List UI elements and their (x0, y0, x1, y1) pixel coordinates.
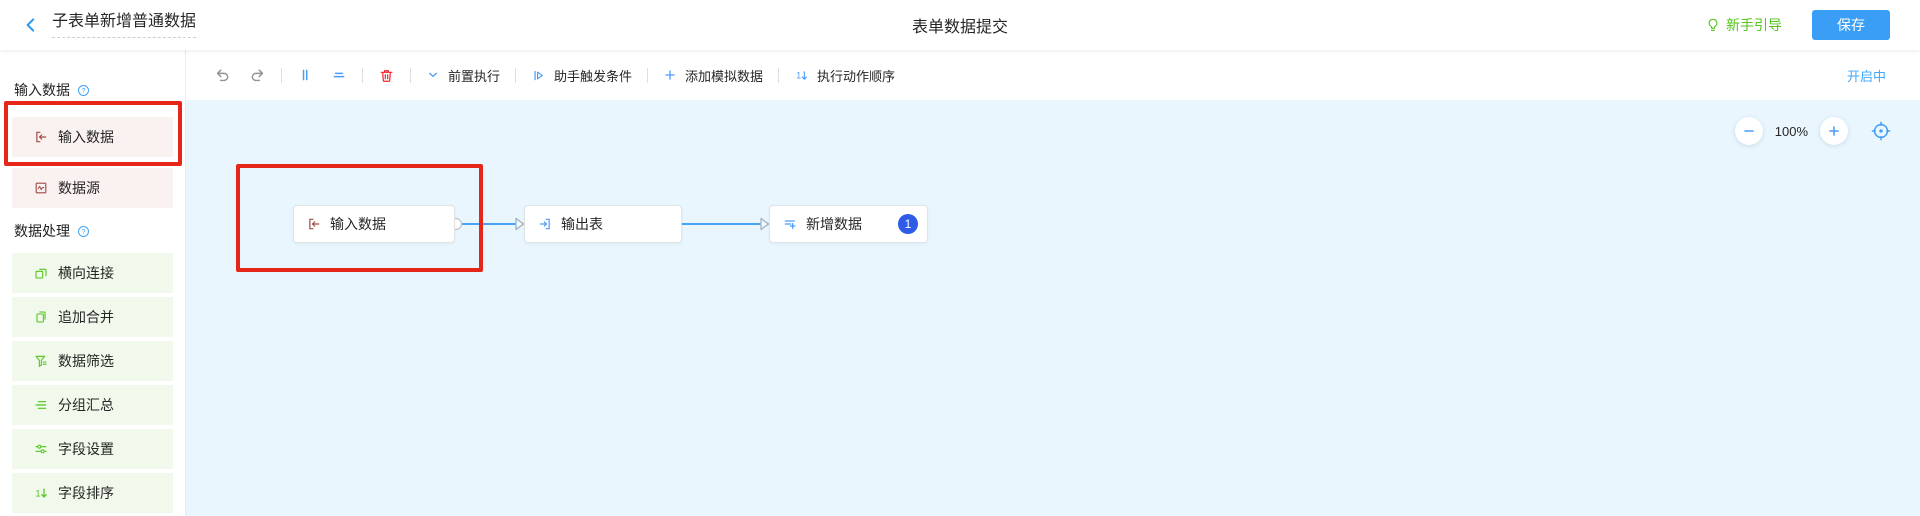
toolbar-divider (410, 68, 411, 83)
header-left: 子表单新增普通数据 (0, 12, 196, 38)
flow-canvas[interactable]: 输入数据 输出表 新增数据 1 100% (186, 100, 1920, 516)
action-order-button[interactable]: 1 执行动作顺序 (794, 66, 895, 85)
field-sort-icon: 1 (33, 485, 49, 501)
section-title-input: 输入数据 ? (14, 80, 173, 100)
guide-label: 新手引导 (1726, 15, 1782, 35)
header-right: 新手引导 保存 (1699, 10, 1920, 40)
output-table-icon (537, 216, 553, 232)
zoom-in-button[interactable] (1820, 117, 1848, 145)
sidebar-item-label: 数据源 (58, 178, 100, 198)
assistant-trigger-button[interactable]: 助手触发条件 (531, 66, 632, 85)
append-merge-icon (33, 309, 49, 325)
plus-icon (1827, 124, 1841, 138)
app-root: 子表单新增普通数据 表单数据提交 新手引导 保存 输入数据 ? (0, 0, 1920, 516)
sidebar-item-label: 追加合并 (58, 307, 114, 327)
status-enabled[interactable]: 开启中 (1841, 65, 1892, 86)
sort-order-icon: 1 (794, 68, 809, 83)
minus-icon (1742, 124, 1756, 138)
pre-execute-label: 前置执行 (448, 66, 500, 85)
data-filter-icon (33, 353, 49, 369)
flow-node-output-table[interactable]: 输出表 (524, 205, 682, 243)
add-mock-data-button[interactable]: 添加模拟数据 (663, 66, 763, 85)
save-button[interactable]: 保存 (1812, 10, 1890, 40)
undo-button[interactable] (214, 67, 231, 84)
beginner-guide-link[interactable]: 新手引导 (1699, 14, 1788, 36)
section-title-text: 输入数据 (14, 80, 70, 100)
align-vertical-icon (297, 67, 313, 83)
sidebar-item-label: 字段排序 (58, 483, 114, 503)
sidebar-item-label: 分组汇总 (58, 395, 114, 415)
section-title-text: 数据处理 (14, 221, 70, 241)
play-condition-icon (531, 68, 546, 83)
plus-icon (663, 68, 677, 82)
zoom-controls: 100% (1735, 117, 1892, 145)
back-button[interactable] (22, 16, 40, 34)
sidebar-item-field-sort[interactable]: 1 字段排序 (12, 473, 173, 513)
sidebar-item-label: 数据筛选 (58, 351, 114, 371)
field-settings-icon (33, 441, 49, 457)
node-label: 新增数据 (806, 214, 862, 234)
action-order-label: 执行动作顺序 (817, 66, 895, 85)
add-data-icon (782, 216, 798, 232)
delete-icon (378, 67, 395, 84)
toolbar-divider (647, 68, 648, 83)
sidebar-item-data-filter[interactable]: 数据筛选 (12, 341, 173, 381)
redo-button[interactable] (249, 67, 266, 84)
add-mock-data-label: 添加模拟数据 (685, 66, 763, 85)
svg-text:1: 1 (35, 488, 40, 498)
question-circle-icon[interactable]: ? (76, 224, 91, 239)
svg-text:?: ? (82, 228, 86, 235)
page-title[interactable]: 子表单新增普通数据 (52, 12, 196, 38)
group-summary-icon (33, 397, 49, 413)
sidebar-item-input-data[interactable]: 输入数据 (12, 117, 173, 157)
node-label: 输出表 (561, 214, 603, 234)
locate-center-button[interactable] (1870, 120, 1892, 142)
toolbar-divider (778, 68, 779, 83)
data-source-icon (33, 180, 49, 196)
sidebar-item-append-merge[interactable]: 追加合并 (12, 297, 173, 337)
header: 子表单新增普通数据 表单数据提交 新手引导 保存 (0, 0, 1920, 50)
assistant-trigger-label: 助手触发条件 (554, 66, 632, 85)
node-palette-sidebar: 输入数据 ? 输入数据 数据源 数据处理 ? (0, 50, 186, 516)
node-count-badge: 1 (898, 214, 918, 234)
flow-node-input-data[interactable]: 输入数据 (293, 205, 455, 243)
redo-icon (249, 67, 266, 84)
toolbar-divider (362, 68, 363, 83)
svg-text:?: ? (82, 87, 86, 94)
align-horizontal-button[interactable] (331, 67, 347, 83)
toolbar-divider (281, 68, 282, 83)
delete-button[interactable] (378, 67, 395, 84)
sidebar-item-data-source[interactable]: 数据源 (12, 168, 173, 208)
sidebar-item-label: 字段设置 (58, 439, 114, 459)
chevron-down-icon (426, 68, 440, 82)
center-title: 表单数据提交 (912, 13, 1008, 37)
toolbar-divider (515, 68, 516, 83)
sidebar-item-field-settings[interactable]: 字段设置 (12, 429, 173, 469)
data-import-icon (33, 129, 49, 145)
zoom-level-label: 100% (1775, 124, 1808, 139)
flow-node-add-data[interactable]: 新增数据 1 (769, 205, 928, 243)
zoom-out-button[interactable] (1735, 117, 1763, 145)
flow-connectors (186, 100, 1920, 516)
sidebar-item-label: 输入数据 (58, 127, 114, 147)
pre-execute-button[interactable]: 前置执行 (426, 66, 500, 85)
align-horizontal-icon (331, 67, 347, 83)
crosshair-icon (1870, 120, 1892, 142)
data-import-icon (306, 216, 322, 232)
sidebar-item-label: 横向连接 (58, 263, 114, 283)
sidebar-item-horizontal-join[interactable]: 横向连接 (12, 253, 173, 293)
chevron-left-icon (22, 16, 40, 34)
node-label: 输入数据 (330, 214, 386, 234)
sidebar-item-group-summary[interactable]: 分组汇总 (12, 385, 173, 425)
align-vertical-button[interactable] (297, 67, 313, 83)
lightbulb-icon (1705, 17, 1721, 33)
svg-text:1: 1 (796, 70, 801, 80)
section-title-processing: 数据处理 ? (14, 221, 173, 241)
horizontal-join-icon (33, 265, 49, 281)
undo-icon (214, 67, 231, 84)
question-circle-icon[interactable]: ? (76, 83, 91, 98)
canvas-toolbar: 前置执行 助手触发条件 添加模拟数据 1 执行动作顺序 开启中 (186, 50, 1920, 100)
